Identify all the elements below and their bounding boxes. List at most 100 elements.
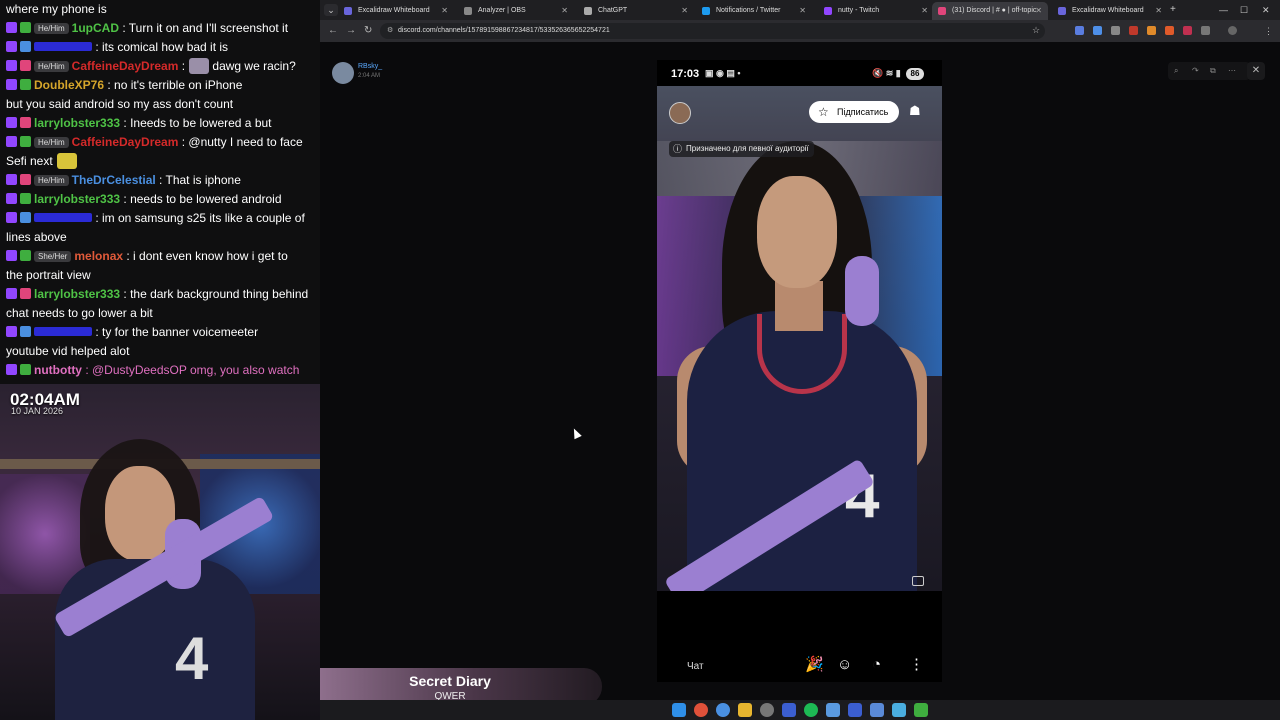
tab-close-icon[interactable]: ✕: [1155, 2, 1162, 20]
extension-icon[interactable]: [1093, 26, 1102, 35]
favicon-icon: [464, 7, 472, 15]
chat-username[interactable]: DoubleXP76: [34, 78, 104, 92]
app-icon[interactable]: [848, 703, 862, 717]
celebrate-icon[interactable]: 🎉: [805, 657, 824, 673]
app-icon[interactable]: [870, 703, 884, 717]
subscribe-button[interactable]: ☆ Підписатись: [809, 101, 899, 123]
close-window-button[interactable]: ✕: [1262, 2, 1270, 18]
close-icon[interactable]: ✕: [1247, 62, 1265, 80]
extension-icon[interactable]: [1111, 26, 1120, 35]
extension-icon[interactable]: [1147, 26, 1156, 35]
tab-close-icon[interactable]: ✕: [441, 2, 448, 20]
robot-icon[interactable]: ☗: [909, 103, 921, 119]
app-icon[interactable]: [826, 703, 840, 717]
extension-icon[interactable]: [1075, 26, 1084, 35]
app-icon[interactable]: [892, 703, 906, 717]
tab-search-icon[interactable]: ⌄: [324, 4, 338, 16]
pronoun-badge: He/Him: [34, 23, 69, 34]
rotate-icon[interactable]: ↷: [1192, 65, 1199, 77]
browser-icon[interactable]: [716, 703, 730, 717]
forward-icon[interactable]: →: [346, 24, 356, 38]
chat-username[interactable]: [34, 327, 92, 336]
author-name[interactable]: RBsky_: [358, 63, 382, 70]
browser-tab[interactable]: Analyzer | OBS ✕: [458, 2, 574, 20]
tab-close-icon[interactable]: ✕: [1035, 2, 1042, 20]
spotify-icon[interactable]: [804, 703, 818, 717]
phone-screenshot[interactable]: 17:03 ▣ ◉ ▤ • 🔇 ≋ ▮ 86 4 ☆ Підписатись ☗…: [657, 60, 942, 704]
extension-icon[interactable]: [1183, 26, 1192, 35]
browser-tab[interactable]: Excalidraw Whiteboard ✕: [338, 2, 454, 20]
phone-status-bar: 17:03 ▣ ◉ ▤ • 🔇 ≋ ▮ 86: [657, 60, 942, 86]
more-options-icon[interactable]: ⋮: [909, 657, 924, 673]
badge-icon: [20, 117, 31, 128]
author-avatar[interactable]: [332, 62, 354, 84]
chrome-icon[interactable]: [694, 703, 708, 717]
tab-close-icon[interactable]: ✕: [681, 2, 688, 20]
chat-username[interactable]: nutbotty: [34, 363, 82, 377]
chat-username[interactable]: CaffeineDayDream: [72, 135, 179, 149]
browser-tab[interactable]: nutty - Twitch ✕: [818, 2, 934, 20]
tab-close-icon[interactable]: ✕: [799, 2, 806, 20]
chat-message: Sefi next: [6, 152, 314, 171]
extensions-puzzle-icon[interactable]: [1201, 26, 1210, 35]
minimize-button[interactable]: —: [1219, 2, 1228, 18]
chat-username[interactable]: larrylobster333: [34, 116, 120, 130]
pronoun-badge: He/Him: [34, 61, 69, 72]
chat-username[interactable]: [34, 42, 92, 51]
chat-username[interactable]: larrylobster333: [34, 192, 120, 206]
person-face: [757, 176, 837, 288]
app-icon[interactable]: [914, 703, 928, 717]
bookmark-star-icon[interactable]: ☆: [1032, 23, 1040, 37]
chat-button[interactable]: Чат: [687, 661, 704, 672]
tab-close-icon[interactable]: ✕: [921, 2, 928, 20]
chat-username[interactable]: TheDrCelestial: [72, 173, 156, 187]
profile-avatar[interactable]: [1228, 26, 1237, 35]
discord-image-viewer: RBsky_ 2:04 AM ⌕ ↷ ⧉ ⋯ ✕ 17:03 ▣ ◉ ▤ • 🔇…: [320, 42, 1280, 704]
emoji-icon[interactable]: ☺: [837, 657, 852, 673]
zoom-icon[interactable]: ⌕: [1174, 65, 1178, 77]
browser-tab[interactable]: ChatGPT ✕: [578, 2, 694, 20]
chat-message: She/Her melonax : i dont even know how i …: [6, 247, 314, 266]
chat-message: He/Him CaffeineDayDream : @nutty I need t…: [6, 133, 314, 152]
extension-icon[interactable]: [1129, 26, 1138, 35]
maximize-button[interactable]: ☐: [1240, 2, 1248, 18]
timer-icon[interactable]: ◔: [872, 657, 881, 673]
badge-icon: [20, 364, 31, 375]
chat-username[interactable]: larrylobster333: [34, 287, 120, 301]
browser-tab[interactable]: Notifications / Twitter ✕: [696, 2, 812, 20]
chat-text: Sefi next: [6, 154, 53, 168]
chat-text: : the dark background thing behind: [120, 287, 309, 301]
open-external-icon[interactable]: ⧉: [1210, 65, 1216, 77]
sub-badge-icon: [6, 136, 17, 147]
back-icon[interactable]: ←: [328, 24, 338, 38]
site-info-icon[interactable]: ⚙: [387, 23, 393, 39]
chat-message: youtube vid helped alot: [6, 342, 314, 361]
chat-username[interactable]: CaffeineDayDream: [72, 59, 179, 73]
new-tab-button[interactable]: +: [1170, 2, 1176, 18]
chat-username[interactable]: 1upCAD: [72, 21, 119, 35]
microphone: [845, 256, 879, 326]
address-bar[interactable]: ⚙ discord.com/channels/15789159886723481…: [380, 23, 1045, 39]
start-icon[interactable]: [672, 703, 686, 717]
chat-username[interactable]: [34, 213, 92, 222]
app-icon[interactable]: [782, 703, 796, 717]
tab-close-icon[interactable]: ✕: [561, 2, 568, 20]
browser-menu-icon[interactable]: ⋮: [1264, 24, 1273, 38]
reload-icon[interactable]: ↻: [364, 24, 372, 38]
chat-text: : im on samsung s25 its like a couple of: [92, 211, 305, 225]
chat-message: lines above: [6, 228, 314, 247]
chat-message: He/Him CaffeineDayDream : dawg we racin?: [6, 57, 314, 76]
captions-icon[interactable]: [912, 576, 924, 586]
extension-icon[interactable]: [1165, 26, 1174, 35]
browser-tab[interactable]: Excalidraw Whiteboard ✕: [1052, 2, 1168, 20]
audience-label: Призначено для певної аудиторії: [686, 144, 809, 153]
more-icon[interactable]: ⋯: [1228, 65, 1236, 77]
tab-label: Notifications / Twitter: [716, 7, 781, 14]
badge-icon: [20, 60, 31, 71]
screen: where my phone is He/Him 1upCAD : Turn it …: [0, 0, 1280, 720]
obs-icon[interactable]: [760, 703, 774, 717]
browser-tab[interactable]: (31) Discord | # ● | off-topic ✕: [932, 2, 1048, 20]
channel-avatar[interactable]: [669, 102, 691, 124]
folder-icon[interactable]: [738, 703, 752, 717]
chat-username[interactable]: melonax: [74, 249, 123, 263]
